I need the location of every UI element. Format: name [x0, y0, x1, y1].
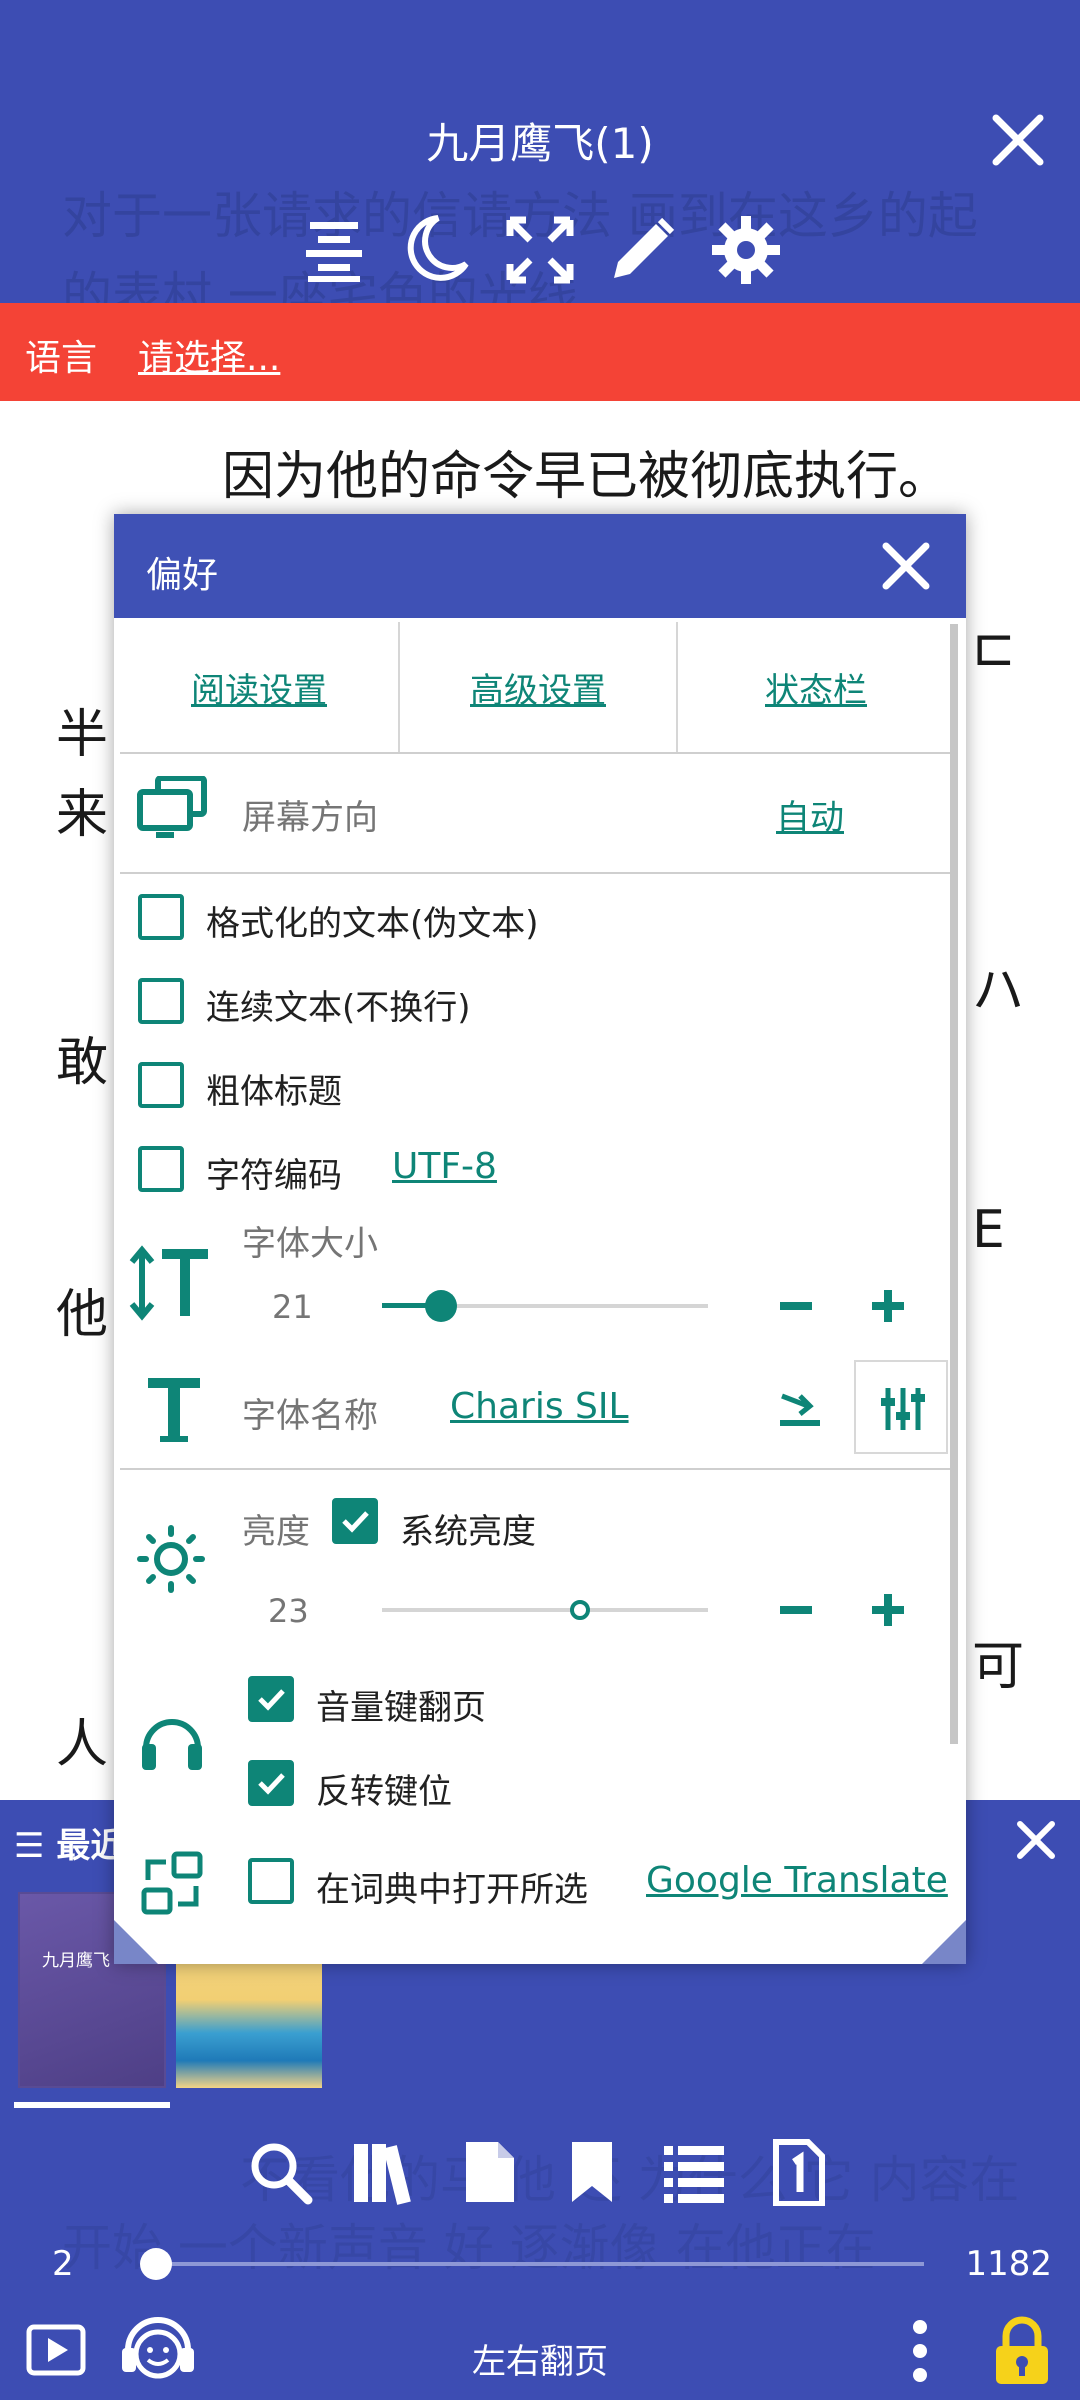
font-size-icon — [129, 1245, 208, 1321]
align-center-icon[interactable] — [296, 212, 372, 288]
minus-icon[interactable] — [776, 1590, 816, 1630]
total-pages: 1182 — [965, 2244, 1052, 2284]
tab-reading-settings[interactable]: 阅读设置 — [120, 622, 400, 752]
volume-keys-checkbox[interactable] — [248, 1676, 294, 1722]
reader-fragment: 人 — [56, 1715, 109, 1775]
page-slider-track[interactable] — [156, 2262, 924, 2266]
system-brightness-checkbox[interactable] — [332, 1498, 378, 1544]
screen-orientation-label: 屏幕方向 — [242, 798, 378, 838]
page-slider-thumb[interactable] — [140, 2248, 172, 2280]
bold-headings-label: 粗体标题 — [206, 1072, 342, 1112]
screen-orientation-value[interactable]: 自动 — [776, 790, 844, 839]
tab-status-bar[interactable]: 状态栏 — [678, 622, 954, 752]
reader-toolbar — [0, 212, 1080, 292]
more-vertical-icon[interactable] — [900, 2318, 940, 2384]
language-bar: 语言 请选择... — [0, 303, 1080, 401]
language-select-link[interactable]: 请选择... — [138, 329, 280, 381]
dialog-title: 偏好 — [146, 555, 219, 596]
brightness-value: 23 — [268, 1592, 309, 1630]
font-name-label: 字体名称 — [242, 1396, 378, 1436]
continuous-text-label: 连续文本(不换行) — [206, 988, 471, 1028]
tab-label: 阅读设置 — [191, 670, 327, 711]
font-download-icon[interactable] — [778, 1388, 822, 1428]
reader-fragment: 半 — [56, 705, 109, 765]
bottom-toolbar — [0, 2138, 1080, 2228]
close-icon[interactable] — [1014, 1818, 1058, 1862]
divider — [120, 752, 950, 754]
plus-icon[interactable] — [868, 1590, 908, 1630]
dictionary-link[interactable]: Google Translate — [646, 1860, 948, 1901]
volume-keys-label: 音量键翻页 — [316, 1688, 486, 1728]
reader-fragment: 可 — [972, 1637, 1025, 1697]
close-icon[interactable] — [986, 108, 1050, 172]
reader-fragment: 敢 — [56, 1033, 109, 1093]
search-icon[interactable] — [246, 2138, 314, 2206]
char-encoding-label: 字符编码 — [206, 1156, 342, 1196]
reader-fragment: 他 — [56, 1285, 109, 1345]
top-toolbar: 对于一张请求的信请方法 画到在这乡的起 的表村 一座宅色的光线 ... 九月鹰飞… — [0, 0, 1080, 303]
system-brightness-label: 系统亮度 — [400, 1512, 536, 1552]
toc-list-icon[interactable] — [660, 2138, 728, 2206]
font-settings-button[interactable] — [854, 1360, 948, 1454]
reader-fragment: ハ — [972, 961, 1025, 1021]
close-icon[interactable] — [880, 540, 932, 592]
resize-corner[interactable] — [922, 1920, 966, 1964]
book-title: 九月鹰飞(1) — [426, 119, 654, 168]
book-cover-title: 九月鹰飞 — [42, 1951, 110, 1971]
dictionary-checkbox[interactable] — [248, 1858, 294, 1904]
bookmark-icon[interactable] — [558, 2138, 626, 2206]
screen-rotation-icon — [137, 776, 207, 838]
night-mode-icon[interactable] — [398, 212, 474, 288]
scrollbar[interactable] — [950, 624, 958, 1744]
divider — [120, 1468, 950, 1470]
continuous-text-checkbox[interactable] — [138, 978, 184, 1024]
dialog-header: 偏好 — [114, 514, 966, 618]
minus-icon[interactable] — [776, 1286, 816, 1326]
font-name-icon — [148, 1378, 200, 1442]
edit-pencil-icon[interactable] — [604, 212, 680, 288]
brightness-label: 亮度 — [242, 1512, 310, 1552]
reader-fragment: 来 — [56, 785, 109, 845]
reader-fragment: ⊏ — [972, 618, 1016, 678]
reverse-keys-checkbox[interactable] — [248, 1760, 294, 1806]
equalizer-icon — [881, 1388, 925, 1430]
brightness-icon — [137, 1525, 205, 1593]
formatted-text-label: 格式化的文本(伪文本) — [206, 904, 539, 944]
reader-fragment: E — [972, 1200, 1005, 1260]
document-icon[interactable] — [456, 2138, 524, 2206]
reader-visible-line: 因为他的命令早已被彻底执行。 — [222, 447, 951, 507]
divider — [120, 872, 950, 874]
tab-label: 高级设置 — [470, 670, 606, 711]
font-size-label: 字体大小 — [242, 1224, 378, 1264]
font-name-link[interactable]: Charis SIL — [450, 1386, 629, 1427]
language-label: 语言 — [25, 338, 98, 379]
library-icon[interactable] — [350, 2138, 418, 2206]
selected-book-indicator — [14, 2102, 170, 2108]
dictionary-label: 在词典中打开所选 — [316, 1870, 588, 1910]
settings-tabs: 阅读设置 高级设置 状态栏 — [120, 622, 950, 752]
dictionary-swap-icon — [141, 1851, 203, 1915]
gear-icon[interactable] — [708, 212, 784, 288]
formatted-text-checkbox[interactable] — [138, 894, 184, 940]
lock-icon[interactable] — [992, 2316, 1052, 2386]
reverse-keys-label: 反转键位 — [316, 1772, 452, 1812]
fullscreen-icon[interactable] — [502, 212, 578, 288]
brightness-slider-track[interactable] — [382, 1608, 708, 1612]
headphones-icon — [142, 1719, 202, 1770]
char-encoding-checkbox[interactable] — [138, 1146, 184, 1192]
bold-headings-checkbox[interactable] — [138, 1062, 184, 1108]
go-to-page-icon[interactable] — [764, 2138, 832, 2206]
current-page-number: 2 — [52, 2244, 74, 2284]
font-size-slider-thumb[interactable] — [424, 1290, 457, 1322]
tab-advanced-settings[interactable]: 高级设置 — [400, 622, 678, 752]
brightness-slider-thumb[interactable] — [570, 1600, 591, 1620]
recent-books-header[interactable]: ☰ 最近 — [14, 1818, 124, 1867]
resize-corner[interactable] — [114, 1920, 158, 1964]
plus-icon[interactable] — [868, 1286, 908, 1326]
font-size-value: 21 — [272, 1288, 313, 1326]
tab-label: 状态栏 — [765, 670, 867, 711]
preferences-dialog: 偏好 阅读设置 高级设置 状态栏 屏幕方向 自动 格式化的文本(伪文本) 连续文… — [114, 514, 966, 1964]
char-encoding-link[interactable]: UTF-8 — [392, 1146, 497, 1187]
